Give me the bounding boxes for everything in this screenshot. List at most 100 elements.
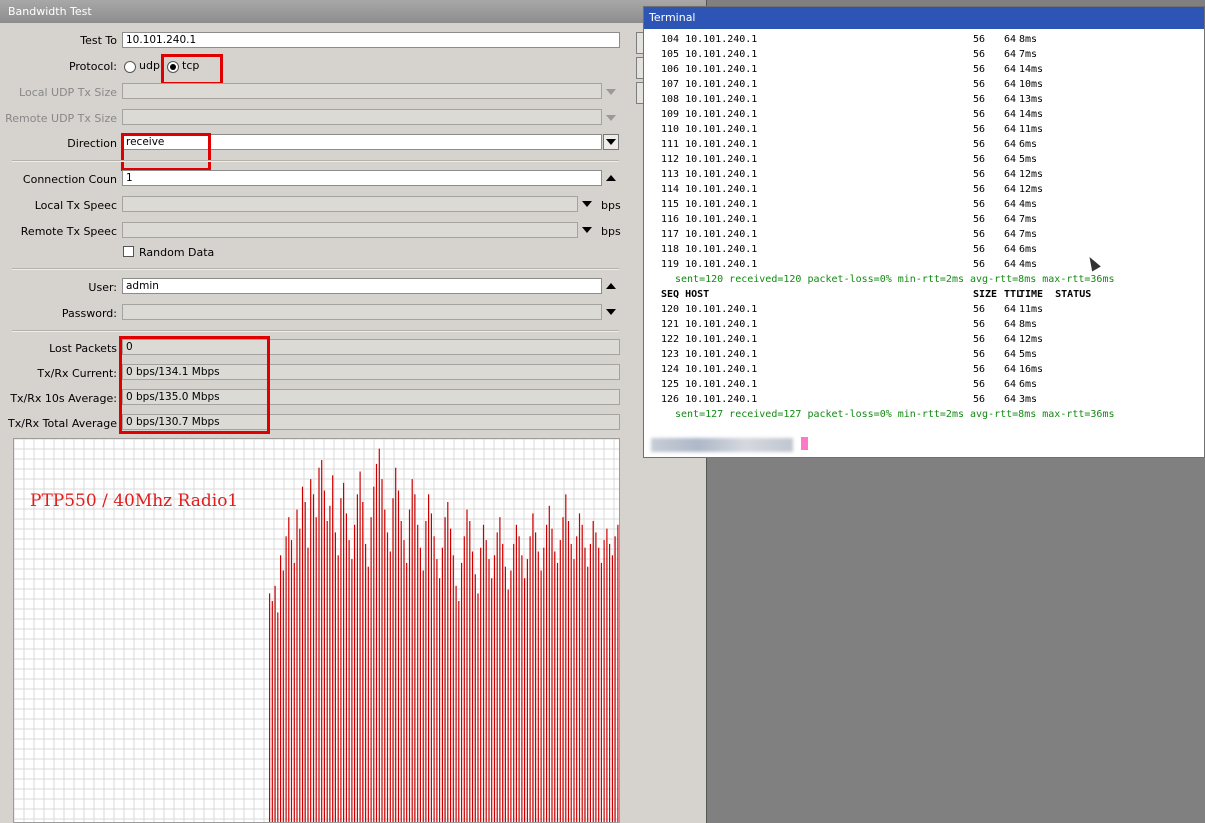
terminal-ttl: 64 bbox=[1004, 139, 1017, 150]
connection-count-input[interactable]: 1 bbox=[122, 170, 602, 186]
password-label: Password: bbox=[61, 307, 117, 320]
random-data-label: Random Data bbox=[139, 246, 215, 259]
terminal-output[interactable]: 104 10.101.240.1 56 64 8ms 105 10.101.240.1 5… bbox=[644, 30, 1204, 458]
terminal-seq-host: 126 10.101.240.1 bbox=[661, 394, 758, 405]
terminal-seq-host: 118 10.101.240.1 bbox=[661, 244, 758, 255]
highlight-box-direction bbox=[121, 133, 211, 171]
throughput-bar bbox=[521, 555, 523, 822]
terminal-cursor bbox=[801, 437, 808, 450]
throughput-bar bbox=[323, 490, 325, 822]
terminal-ttl: 64 bbox=[1004, 214, 1017, 225]
terminal-seq-host: 107 10.101.240.1 bbox=[661, 79, 758, 90]
terminal-size: 56 bbox=[973, 49, 986, 60]
throughput-bar bbox=[411, 479, 413, 822]
throughput-bar bbox=[452, 555, 454, 822]
throughput-bar bbox=[296, 509, 298, 822]
remote-tx-speed-input[interactable] bbox=[122, 222, 578, 238]
terminal-size: 56 bbox=[973, 184, 986, 195]
terminal-ping-row: 121 10.101.240.1 56 64 8ms bbox=[661, 317, 1037, 332]
terminal-seq-host: 121 10.101.240.1 bbox=[661, 319, 758, 330]
protocol-udp-label: udp bbox=[139, 59, 160, 72]
throughput-bar bbox=[430, 513, 432, 822]
throughput-bar bbox=[611, 555, 613, 822]
terminal-size: 56 bbox=[973, 94, 986, 105]
local-tx-speed-input[interactable] bbox=[122, 196, 578, 212]
terminal-size: 56 bbox=[973, 199, 986, 210]
protocol-udp-radio[interactable] bbox=[124, 61, 136, 73]
terminal-size: 56 bbox=[973, 109, 986, 120]
terminal-seq-host: 104 10.101.240.1 bbox=[661, 34, 758, 45]
txrx-current-label: Tx/Rx Current: bbox=[37, 367, 117, 380]
password-dropdown-icon[interactable] bbox=[606, 309, 616, 315]
throughput-bar bbox=[461, 562, 463, 822]
terminal-seq-host: 113 10.101.240.1 bbox=[661, 169, 758, 180]
terminal-ping-row: 108 10.101.240.1 56 64 13ms bbox=[661, 92, 1043, 107]
collapse-up-icon[interactable] bbox=[606, 283, 616, 289]
terminal-ping-row: 126 10.101.240.1 56 64 3ms bbox=[661, 392, 1037, 407]
txrx-10s-average-label: Tx/Rx 10s Average: bbox=[10, 392, 117, 405]
lost-packets-label: Lost Packets bbox=[49, 342, 117, 355]
throughput-graph: PTP550 / 40Mhz Radio1 bbox=[13, 438, 620, 823]
throughput-bar bbox=[304, 502, 306, 822]
terminal-ttl: 64 bbox=[1004, 349, 1017, 360]
local-tx-speed-dropdown-icon[interactable] bbox=[582, 201, 592, 207]
throughput-bar bbox=[526, 559, 528, 822]
terminal-ping-row: 106 10.101.240.1 56 64 14ms bbox=[661, 62, 1043, 77]
throughput-bar bbox=[606, 528, 608, 822]
terminal-size: 56 bbox=[973, 214, 986, 225]
terminal-time: 10ms bbox=[1019, 79, 1044, 90]
local-udp-dropdown-icon bbox=[606, 89, 616, 95]
throughput-bar bbox=[458, 601, 460, 822]
terminal-time: 6ms bbox=[1019, 379, 1038, 390]
throughput-bar bbox=[474, 574, 476, 822]
random-data-checkbox[interactable] bbox=[123, 246, 134, 257]
remote-tx-speed-dropdown-icon[interactable] bbox=[582, 227, 592, 233]
throughput-bar bbox=[518, 536, 520, 822]
terminal-seq-host: 106 10.101.240.1 bbox=[661, 64, 758, 75]
throughput-bar bbox=[301, 486, 304, 822]
throughput-bar bbox=[471, 551, 474, 822]
terminal-time: 8ms bbox=[1019, 319, 1038, 330]
throughput-bar bbox=[529, 536, 531, 822]
throughput-bar bbox=[584, 547, 586, 822]
throughput-bar bbox=[510, 570, 512, 822]
terminal-time: 7ms bbox=[1019, 49, 1038, 60]
highlight-box-stats bbox=[119, 336, 270, 434]
throughput-bar bbox=[543, 547, 545, 822]
terminal-ping-row: 111 10.101.240.1 56 64 6ms bbox=[661, 137, 1037, 152]
terminal-ping-row: 115 10.101.240.1 56 64 4ms bbox=[661, 197, 1037, 212]
throughput-bar bbox=[565, 494, 567, 822]
throughput-bar bbox=[397, 490, 400, 822]
throughput-bar bbox=[348, 540, 350, 822]
throughput-bar bbox=[318, 467, 320, 822]
collapse-up-icon[interactable] bbox=[606, 175, 616, 181]
throughput-bar bbox=[455, 585, 457, 822]
terminal-seq-host: 105 10.101.240.1 bbox=[661, 49, 758, 60]
throughput-bar bbox=[540, 570, 542, 822]
txrx-total-average-label: Tx/Rx Total Average bbox=[8, 417, 117, 430]
direction-dropdown-button[interactable] bbox=[603, 134, 619, 150]
terminal-ping-row: 116 10.101.240.1 56 64 7ms bbox=[661, 212, 1037, 227]
password-input[interactable] bbox=[122, 304, 602, 320]
terminal-time: 7ms bbox=[1019, 214, 1038, 225]
throughput-bar bbox=[408, 509, 411, 822]
throughput-bar bbox=[493, 555, 496, 822]
test-to-input[interactable]: 10.101.240.1 bbox=[122, 32, 620, 48]
terminal-time: 4ms bbox=[1019, 199, 1038, 210]
terminal-ttl: 64 bbox=[1004, 154, 1017, 165]
throughput-bar bbox=[299, 528, 301, 822]
terminal-ping-row: 110 10.101.240.1 56 64 11ms bbox=[661, 122, 1043, 137]
throughput-bar bbox=[285, 536, 287, 822]
terminal-header-row: SEQ HOST SIZE TTL TIME STATUS bbox=[661, 287, 1091, 302]
throughput-bar bbox=[587, 566, 589, 822]
throughput-bar bbox=[515, 524, 517, 822]
throughput-bar bbox=[570, 543, 572, 822]
throughput-bar bbox=[480, 547, 482, 822]
terminal-size: 56 bbox=[973, 244, 986, 255]
terminal-ttl: 64 bbox=[1004, 229, 1017, 240]
terminal-seq-host: 123 10.101.240.1 bbox=[661, 349, 758, 360]
terminal-time: 16ms bbox=[1019, 364, 1044, 375]
user-input[interactable]: admin bbox=[122, 278, 602, 294]
throughput-bar bbox=[343, 482, 345, 822]
terminal-ping-row: 123 10.101.240.1 56 64 5ms bbox=[661, 347, 1037, 362]
